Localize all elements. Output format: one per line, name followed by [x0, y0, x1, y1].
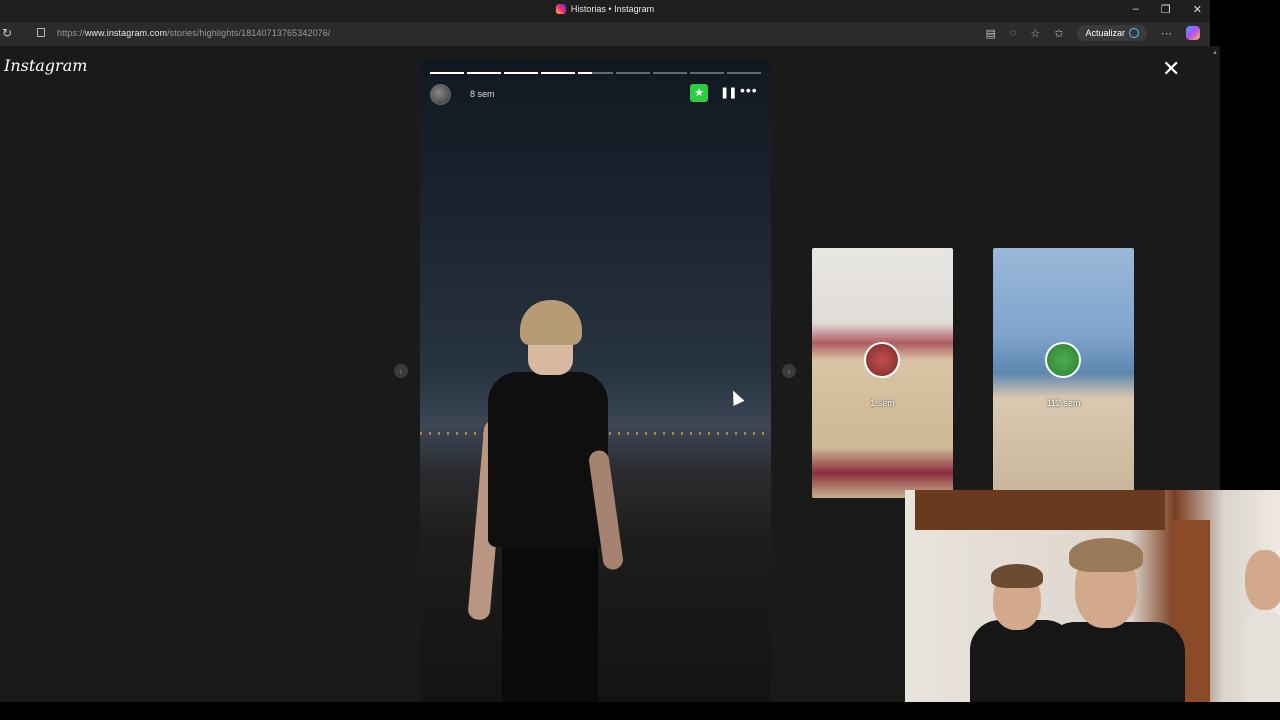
preview-time-ago: 112 sem: [1046, 398, 1081, 408]
progress-segment: [652, 72, 687, 74]
tab-title: Historias • Instagram: [570, 4, 655, 14]
next-story-button[interactable]: ›: [782, 364, 796, 378]
body: [1045, 622, 1185, 702]
browser-titlebar: Historias • Instagram – ❐ ✕: [0, 0, 1210, 22]
preview-avatar: [864, 342, 900, 378]
reload-icon[interactable]: ↻: [2, 26, 12, 40]
browser-tab[interactable]: Historias • Instagram: [555, 4, 655, 14]
scroll-up-icon[interactable]: ▲: [1212, 50, 1218, 56]
progress-segment: [430, 72, 465, 74]
progress-segment: [504, 72, 539, 74]
story-avatar[interactable]: [430, 84, 451, 105]
progress-segment: [467, 72, 502, 74]
reader-mode-icon[interactable]: ▤: [985, 27, 995, 40]
url-path: /stories/highlights/18140713765342076/: [167, 28, 331, 38]
menu-dots-icon[interactable]: ⋯: [1161, 27, 1172, 40]
hair: [520, 300, 582, 345]
taskbar-strip: [0, 702, 1280, 720]
update-button[interactable]: Actualizar: [1077, 25, 1147, 41]
favorite-star-icon[interactable]: ☆: [1030, 27, 1040, 40]
more-options-icon[interactable]: •••: [740, 82, 758, 98]
lock-icon[interactable]: [37, 28, 45, 37]
close-story-icon[interactable]: ✕: [1162, 58, 1180, 80]
url-field[interactable]: https://www.instagram.com/stories/highli…: [57, 28, 331, 38]
pause-icon[interactable]: ❚❚: [720, 86, 737, 99]
story-progress-bars: [430, 72, 761, 74]
head: [1245, 550, 1280, 610]
close-window-icon[interactable]: ✕: [1193, 3, 1202, 16]
story-photo-person: [467, 300, 625, 702]
cabinet: [915, 490, 1165, 530]
webcam-overlay: [905, 490, 1280, 702]
progress-segment: [726, 72, 761, 74]
next-story-preview[interactable]: 112 sem: [993, 248, 1134, 498]
previous-story-button[interactable]: ‹: [394, 364, 408, 378]
extension-icon[interactable]: ◌: [1010, 27, 1017, 39]
instagram-favicon-icon: [555, 4, 566, 14]
profile-icon: [1129, 28, 1139, 38]
preview-time-ago: 1 sem: [870, 398, 895, 408]
browser-toolbar: ▤ ◌ ☆ ✩ Actualizar ⋯: [985, 25, 1200, 41]
restore-icon[interactable]: ❐: [1161, 3, 1171, 16]
webcam-person-right: [1245, 530, 1280, 702]
next-story-preview[interactable]: 1 sem: [812, 248, 953, 498]
url-domain: www.instagram.com: [84, 28, 168, 38]
instagram-logo[interactable]: Instagram: [4, 56, 87, 75]
body: [1245, 610, 1280, 702]
hair: [1069, 538, 1143, 572]
address-bar: ↻ https://www.instagram.com/stories/high…: [0, 22, 1210, 46]
minimize-icon[interactable]: –: [1133, 3, 1139, 16]
progress-segment: [689, 72, 724, 74]
story-player[interactable]: 8 sem ★ ❚❚ •••: [420, 60, 771, 702]
webcam-person-center: [1035, 530, 1185, 702]
close-friends-star-icon: ★: [690, 84, 708, 102]
pants: [502, 540, 598, 702]
window-controls: – ❐ ✕: [1133, 3, 1202, 16]
url-prefix: https://: [57, 28, 85, 38]
preview-avatar: [1045, 342, 1081, 378]
progress-segment: [615, 72, 650, 74]
progress-segment: [541, 72, 576, 74]
copilot-icon[interactable]: [1186, 26, 1200, 40]
update-label: Actualizar: [1085, 28, 1125, 38]
story-time-ago: 8 sem: [470, 89, 495, 99]
favorites-icon[interactable]: ✩: [1054, 27, 1063, 40]
progress-segment-current: [578, 72, 613, 74]
screen-edge: [1220, 0, 1280, 490]
